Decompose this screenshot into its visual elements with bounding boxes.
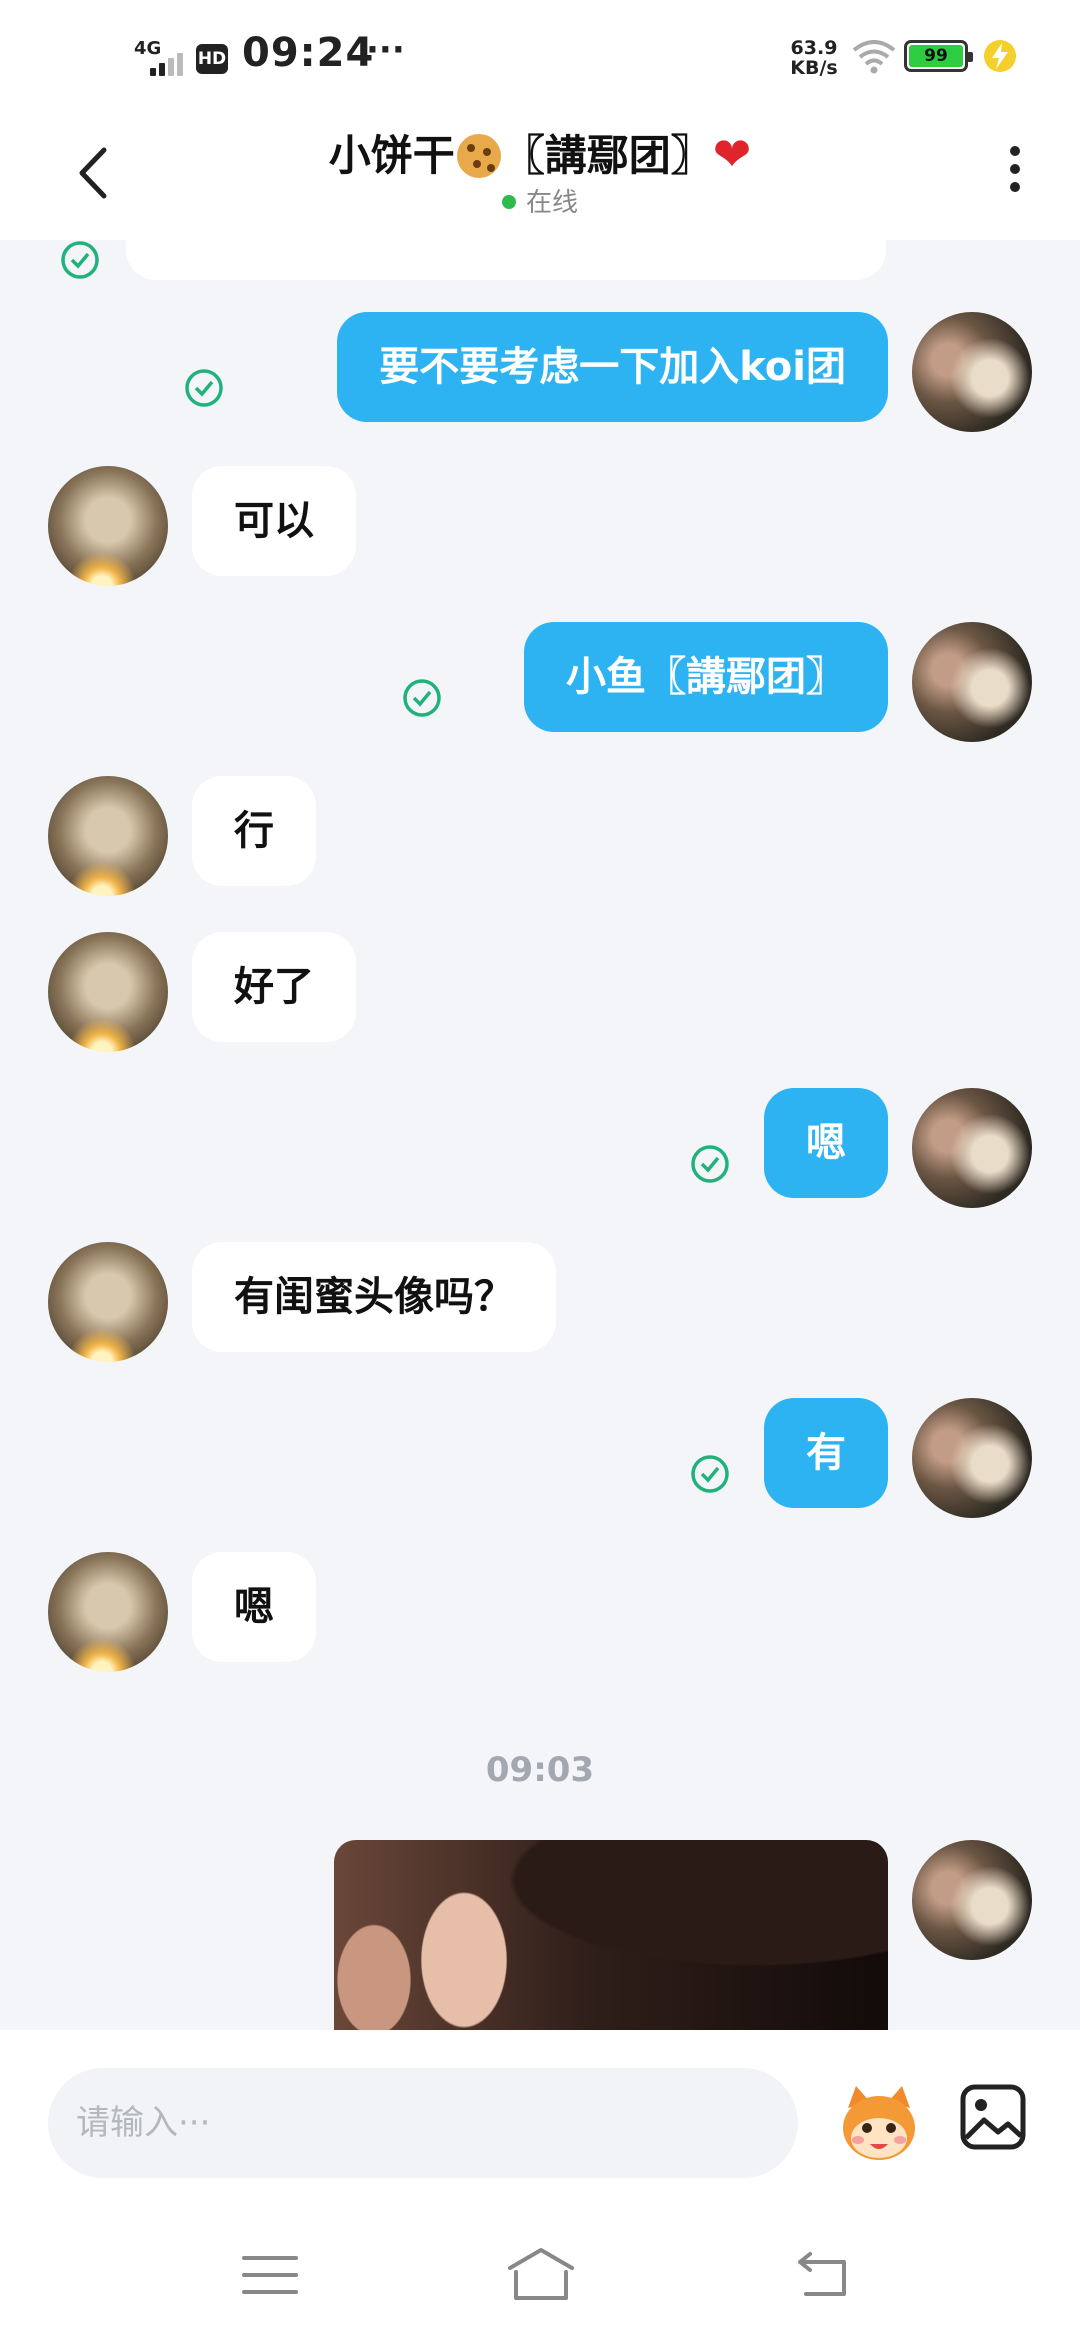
speed-value: 63.9 xyxy=(790,37,838,59)
chat-title: 小饼干 〖講鄢团〗❤ xyxy=(0,122,1080,183)
outgoing-message[interactable]: 有 xyxy=(764,1398,888,1508)
read-check-icon xyxy=(61,241,99,279)
my-avatar[interactable] xyxy=(912,622,1032,742)
read-check-icon xyxy=(691,1145,729,1183)
more-options-button[interactable] xyxy=(1000,140,1030,210)
partial-message-bubble xyxy=(126,240,886,280)
image-message[interactable] xyxy=(334,1840,888,2030)
incoming-message[interactable]: 行 xyxy=(192,776,316,886)
chat-header: 小饼干 〖講鄢团〗❤ 在线 xyxy=(0,110,1080,240)
incoming-message[interactable]: 可以 xyxy=(192,466,356,576)
status-time: 09:24 xyxy=(242,30,375,76)
incoming-message[interactable]: 嗯 xyxy=(192,1552,316,1662)
charging-icon xyxy=(984,40,1016,72)
message-input[interactable] xyxy=(48,2068,798,2178)
my-avatar[interactable] xyxy=(912,1840,1032,1960)
online-status: 在线 xyxy=(0,182,1080,219)
outgoing-message[interactable]: 要不要考虑一下加入koi团 xyxy=(337,312,888,422)
contact-avatar[interactable] xyxy=(48,776,168,896)
battery-icon: 99 xyxy=(904,40,973,72)
signal-icon xyxy=(150,52,190,76)
heart-icon: ❤ xyxy=(712,127,752,181)
my-avatar[interactable] xyxy=(912,1088,1032,1208)
system-nav-bar xyxy=(0,2190,1080,2340)
message-row: 可以 xyxy=(0,466,1080,596)
cookie-emoji-icon xyxy=(456,134,501,178)
contact-avatar[interactable] xyxy=(48,932,168,1052)
sticker-button[interactable] xyxy=(834,2078,924,2168)
image-picker-button[interactable] xyxy=(958,2082,1028,2152)
time-separator: 09:03 xyxy=(485,1750,595,1790)
message-row: 要不要考虑一下加入koi团 xyxy=(0,312,1080,442)
incoming-message[interactable]: 有闺蜜头像吗？ xyxy=(192,1242,556,1352)
incoming-message[interactable]: 好了 xyxy=(192,932,356,1042)
wifi-icon xyxy=(852,40,896,74)
message-row: 有闺蜜头像吗？ xyxy=(0,1242,1080,1372)
my-avatar[interactable] xyxy=(912,312,1032,432)
title-name: 小饼干 xyxy=(328,131,455,180)
status-more-dots: ··· xyxy=(366,30,405,70)
title-group-tag: 〖講鄢团〗 xyxy=(502,131,713,180)
network-speed: 63.9 KB/s xyxy=(786,38,842,78)
battery-level: 99 xyxy=(909,45,963,67)
speed-unit: KB/s xyxy=(790,57,838,79)
outgoing-message[interactable]: 小鱼〖講鄢团〗 xyxy=(524,622,888,732)
my-avatar[interactable] xyxy=(912,1398,1032,1518)
input-bar xyxy=(0,2030,1080,2190)
online-status-label: 在线 xyxy=(525,188,578,218)
outgoing-message[interactable]: 嗯 xyxy=(764,1088,888,1198)
contact-avatar[interactable] xyxy=(48,466,168,586)
message-list[interactable]: 要不要考虑一下加入koi团 可以 小鱼〖講鄢团〗 行 好了 嗯 有闺蜜头像吗？ … xyxy=(0,240,1080,2030)
read-check-icon xyxy=(185,369,223,407)
contact-avatar[interactable] xyxy=(48,1552,168,1672)
read-check-icon xyxy=(403,679,441,717)
message-row: 小鱼〖講鄢团〗 xyxy=(0,622,1080,752)
read-check-icon xyxy=(691,1455,729,1493)
recent-apps-button[interactable] xyxy=(240,2250,300,2300)
status-bar: 4G HD 09:24 ··· 63.9 KB/s 99 xyxy=(0,0,1080,110)
message-row: 有 xyxy=(0,1398,1080,1528)
back-nav-button[interactable] xyxy=(794,2248,854,2300)
message-row: 嗯 xyxy=(0,1088,1080,1218)
home-button[interactable] xyxy=(506,2246,576,2302)
message-row: 好了 xyxy=(0,932,1080,1062)
contact-avatar[interactable] xyxy=(48,1242,168,1362)
message-row: 嗯 xyxy=(0,1552,1080,1682)
message-row: 行 xyxy=(0,776,1080,906)
hd-icon: HD xyxy=(196,44,228,74)
online-dot-icon xyxy=(501,195,516,209)
